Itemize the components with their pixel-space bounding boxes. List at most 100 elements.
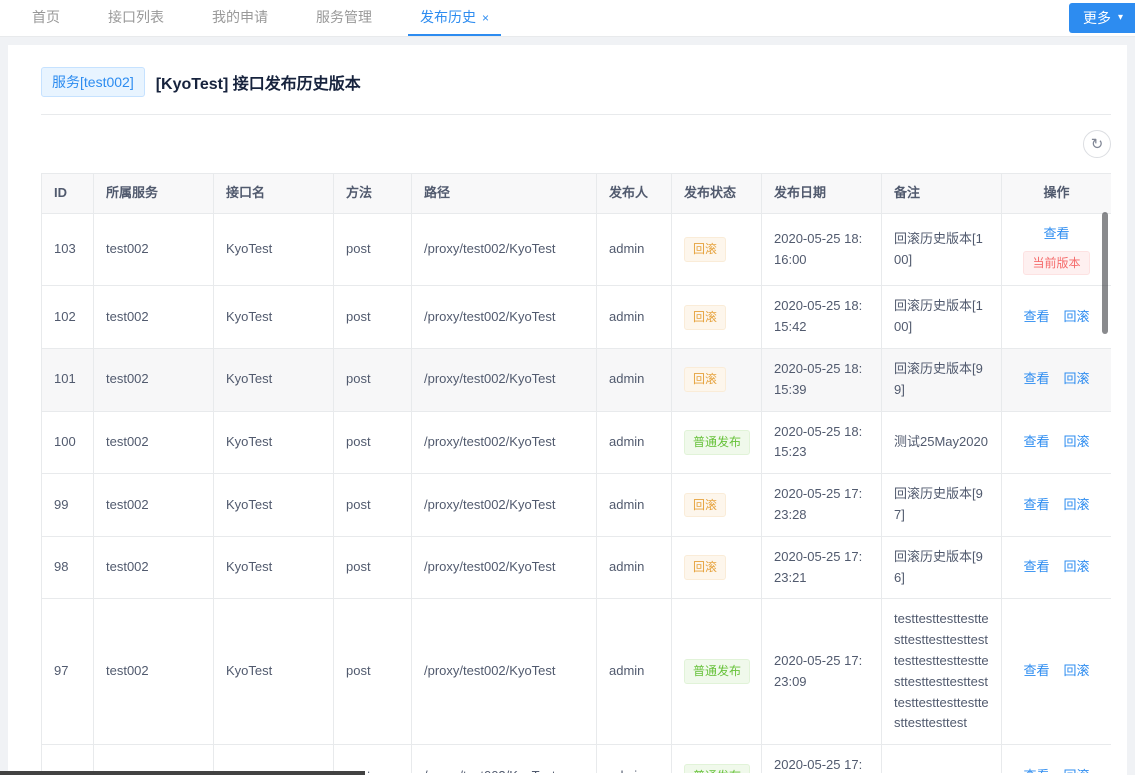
cell-path: /proxy/test002/KyoTest	[412, 536, 597, 599]
view-link[interactable]: 查看	[1023, 495, 1049, 516]
cell-publisher: admin	[597, 474, 672, 537]
tab[interactable]: 接口列表	[96, 0, 176, 36]
content: 服务[test002] [KyoTest] 接口发布历史版本 ↻ ID所属服务接…	[0, 37, 1135, 775]
tab[interactable]: 我的申请	[200, 0, 280, 36]
rollback-link[interactable]: 回滚	[1064, 307, 1090, 328]
cell-service: test002	[94, 411, 214, 474]
tab[interactable]: 发布历史 ×	[408, 0, 501, 36]
cell-path: /proxy/test002/KyoTest	[412, 348, 597, 411]
tab[interactable]: 首页	[20, 0, 72, 36]
cell-id: 99	[42, 474, 94, 537]
cell-api-name: KyoTest	[214, 286, 334, 349]
cell-remark: 回滚历史版本[97]	[882, 474, 1002, 537]
rollback-link[interactable]: 回滚	[1064, 432, 1090, 453]
view-link[interactable]: 查看	[1023, 307, 1049, 328]
cell-service: test002	[94, 536, 214, 599]
column-header: 方法	[334, 174, 412, 214]
cell-date: 2020-05-25 17:23:09	[762, 599, 882, 745]
cell-status: 回滚	[672, 286, 762, 349]
cell-path: /proxy/test002/KyoTest	[412, 745, 597, 773]
status-badge: 回滚	[684, 305, 726, 330]
tab-label: 我的申请	[212, 7, 268, 27]
cell-publisher: admin	[597, 348, 672, 411]
refresh-button[interactable]: ↻	[1083, 130, 1111, 158]
status-badge: 回滚	[684, 237, 726, 262]
cell-service: test002	[94, 745, 214, 773]
cell-actions: 查看 回滚	[1002, 599, 1112, 745]
tab[interactable]: 服务管理	[304, 0, 384, 36]
horizontal-scrollbar[interactable]	[0, 771, 365, 775]
cell-id: 102	[42, 286, 94, 349]
table-row: 99 test002 KyoTest post /proxy/test002/K…	[42, 474, 1112, 537]
cell-date: 2020-05-25 17:23:21	[762, 536, 882, 599]
rollback-link[interactable]: 回滚	[1064, 495, 1090, 516]
cell-publisher: admin	[597, 411, 672, 474]
rollback-link[interactable]: 回滚	[1064, 766, 1090, 773]
status-badge: 普通发布	[684, 659, 750, 684]
cell-method: post	[334, 411, 412, 474]
close-icon[interactable]: ×	[482, 12, 489, 24]
cell-publisher: admin	[597, 286, 672, 349]
column-header: 接口名	[214, 174, 334, 214]
cell-date: 2020-05-25 18:15:42	[762, 286, 882, 349]
cell-publisher: admin	[597, 213, 672, 286]
cell-method: post	[334, 474, 412, 537]
cell-id: 97	[42, 599, 94, 745]
cell-service: test002	[94, 348, 214, 411]
tab-label: 服务管理	[316, 7, 372, 27]
cell-api-name: KyoTest	[214, 213, 334, 286]
more-button-label: 更多	[1083, 8, 1111, 28]
table-row: 97 test002 KyoTest post /proxy/test002/K…	[42, 599, 1112, 745]
column-header: 备注	[882, 174, 1002, 214]
actions-group: 查看 回滚	[1014, 766, 1099, 773]
actions-group: 查看 回滚	[1014, 432, 1099, 453]
vertical-scrollbar[interactable]	[1102, 212, 1108, 334]
cell-api-name: KyoTest	[214, 599, 334, 745]
cell-api-name: KyoTest	[214, 474, 334, 537]
actions-group: 查看 回滚	[1014, 307, 1099, 328]
release-history-card: 服务[test002] [KyoTest] 接口发布历史版本 ↻ ID所属服务接…	[8, 45, 1127, 775]
rollback-link[interactable]: 回滚	[1064, 557, 1090, 578]
table-header-row: ID所属服务接口名方法路径发布人发布状态发布日期备注操作	[42, 174, 1112, 214]
cell-status: 普通发布	[672, 745, 762, 773]
cell-method: post	[334, 286, 412, 349]
cell-api-name: KyoTest	[214, 411, 334, 474]
view-link[interactable]: 查看	[1023, 432, 1049, 453]
cell-publisher: admin	[597, 536, 672, 599]
cell-actions: 查看 回滚	[1002, 348, 1112, 411]
cell-date: 2020-05-25 18:16:00	[762, 213, 882, 286]
status-badge: 回滚	[684, 493, 726, 518]
table-row: 96 test002 KyoTest post /proxy/test002/K…	[42, 745, 1112, 773]
actions-group: 查看 当前版本	[1014, 224, 1099, 276]
rollback-link[interactable]: 回滚	[1064, 661, 1090, 682]
view-link[interactable]: 查看	[1023, 369, 1049, 390]
cell-date: 2020-05-25 17:23:28	[762, 474, 882, 537]
more-button[interactable]: 更多 ▾	[1069, 3, 1135, 33]
cell-publisher: admin	[597, 745, 672, 773]
actions-group: 查看 回滚	[1014, 661, 1099, 682]
cell-api-name: KyoTest	[214, 536, 334, 599]
status-badge: 回滚	[684, 555, 726, 580]
rollback-link[interactable]: 回滚	[1064, 369, 1090, 390]
table-row: 98 test002 KyoTest post /proxy/test002/K…	[42, 536, 1112, 599]
view-link[interactable]: 查看	[1023, 766, 1049, 773]
tab-list: 首页 接口列表 我的申请 服务管理 发布历史 ×	[20, 0, 525, 36]
table-wrap: ID所属服务接口名方法路径发布人发布状态发布日期备注操作 103 test002…	[41, 173, 1111, 773]
view-link[interactable]: 查看	[1023, 661, 1049, 682]
actions-group: 查看 回滚	[1014, 495, 1099, 516]
view-link[interactable]: 查看	[1043, 224, 1069, 245]
cell-id: 103	[42, 213, 94, 286]
column-header: 发布日期	[762, 174, 882, 214]
cell-remark: 回滚历史版本[100]	[882, 213, 1002, 286]
cell-api-name: KyoTest	[214, 745, 334, 773]
cell-service: test002	[94, 286, 214, 349]
cell-method: post	[334, 745, 412, 773]
cell-status: 回滚	[672, 348, 762, 411]
status-badge: 回滚	[684, 367, 726, 392]
cell-api-name: KyoTest	[214, 348, 334, 411]
cell-actions: 查看 回滚	[1002, 536, 1112, 599]
page-title: [KyoTest] 接口发布历史版本	[156, 70, 361, 94]
cell-method: post	[334, 599, 412, 745]
cell-actions: 查看 回滚	[1002, 745, 1112, 773]
view-link[interactable]: 查看	[1023, 557, 1049, 578]
